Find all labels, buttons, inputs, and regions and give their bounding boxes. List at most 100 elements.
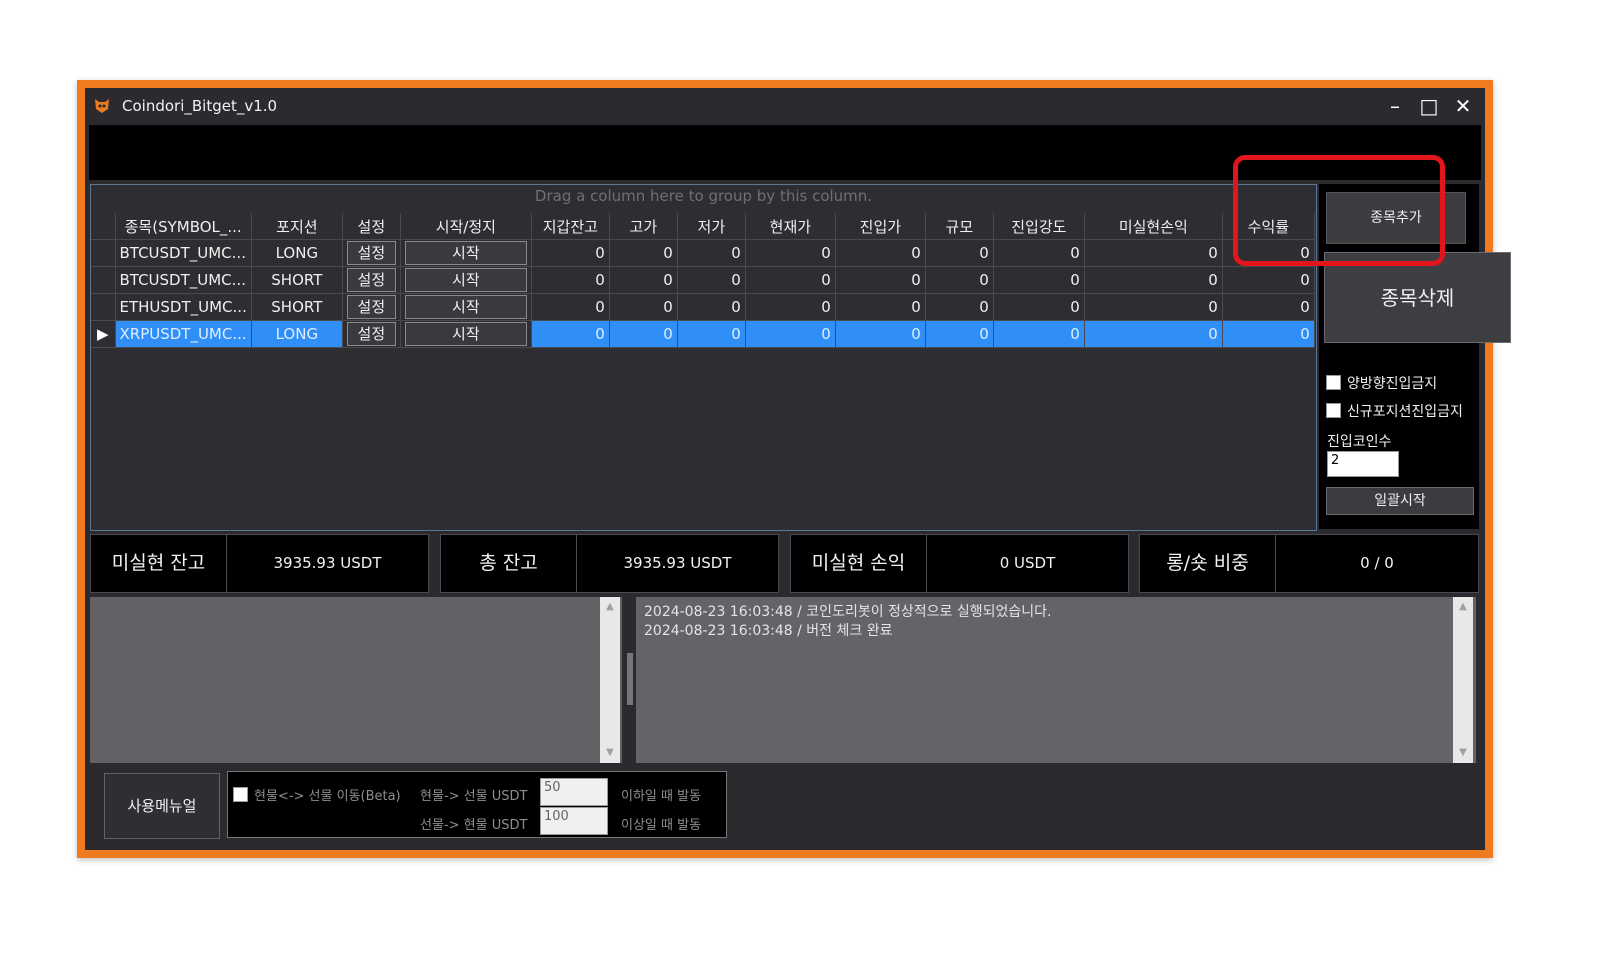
unrealized-pnl-value: 0 USDT [926, 534, 1129, 593]
hedge-block-option[interactable]: 양방향진입금지 [1326, 373, 1437, 393]
left-log-scrollbar[interactable]: ▲ ▼ [600, 597, 620, 763]
long-short-ratio-value: 0 / 0 [1275, 534, 1479, 593]
table-header-row: 종목(SYMBOL_... 포지션 설정 시작/정지 지갑잔고 고가 저가 현재… [91, 213, 1315, 240]
transfer-enable-checkbox[interactable] [233, 787, 248, 802]
column-header-symbol[interactable]: 종목(SYMBOL_... [115, 213, 252, 240]
log-scrollbar[interactable]: ▲ ▼ [1453, 597, 1473, 763]
size-cell: 0 [925, 239, 994, 267]
left-log-panel[interactable]: ▲ ▼ [90, 597, 622, 763]
new-position-block-label: 신규포지션진입금지 [1347, 404, 1463, 420]
table-row[interactable]: ETHUSDT_UMC... SHORT 설정 시작 0 0 0 0 0 0 0 0 0 [91, 293, 1315, 321]
row-indicator [91, 293, 116, 321]
coin-count-input[interactable]: 2 [1327, 451, 1399, 477]
column-header-price[interactable]: 현재가 [745, 213, 836, 240]
total-balance-label: 총 잔고 [440, 534, 577, 593]
futures-to-spot-input[interactable]: 100 [540, 807, 608, 835]
position-cell: LONG [251, 320, 343, 348]
log-line: 2024-08-23 16:03:48 / 코인도리봇이 정상적으로 실행되었습… [644, 604, 1052, 620]
settings-button-cell: 설정 [342, 266, 401, 294]
roi-cell: 0 [1222, 320, 1315, 348]
spot-to-futures-input[interactable]: 50 [540, 778, 608, 806]
position-cell: SHORT [251, 293, 343, 321]
settings-button-cell: 설정 [342, 320, 401, 348]
new-position-block-checkbox[interactable] [1326, 403, 1341, 418]
table-row[interactable]: ▶ XRPUSDT_UMC... LONG 설정 시작 0 0 0 0 0 0 0 0 0 [91, 320, 1315, 348]
symbol-grid[interactable]: Drag a column here to group by this colu… [90, 184, 1317, 531]
symbol-cell: XRPUSDT_UMC... [115, 320, 252, 348]
table-row[interactable]: BTCUSDT_UMC... LONG 설정 시작 0 0 0 0 0 0 0 0 0 [91, 239, 1315, 267]
title-bar[interactable]: Coindori_Bitget_v1.0 – □ ✕ [85, 88, 1485, 125]
settings-button[interactable]: 설정 [346, 241, 396, 265]
price-cell: 0 [745, 320, 836, 348]
wallet-cell: 0 [531, 293, 610, 321]
price-cell: 0 [745, 239, 836, 267]
entry-cell: 0 [835, 320, 926, 348]
table-row[interactable]: BTCUSDT_UMC... SHORT 설정 시작 0 0 0 0 0 0 0 0 0 [91, 266, 1315, 294]
settings-button[interactable]: 설정 [346, 268, 396, 292]
unrealized-balance-value: 3935.93 USDT [226, 534, 429, 593]
position-cell: LONG [251, 239, 343, 267]
start-stop-button[interactable]: 시작 [404, 295, 527, 319]
total-balance-value: 3935.93 USDT [576, 534, 779, 593]
column-header-size[interactable]: 규모 [925, 213, 994, 240]
roi-cell: 0 [1222, 266, 1315, 294]
maximize-button[interactable]: □ [1415, 92, 1443, 120]
column-header-position[interactable]: 포지션 [251, 213, 343, 240]
wallet-cell: 0 [531, 320, 610, 348]
spot-to-futures-label: 현물-> 선물 USDT [420, 789, 528, 804]
column-header-unrealized[interactable]: 미실현손익 [1084, 213, 1223, 240]
column-header-entry[interactable]: 진입가 [835, 213, 926, 240]
start-stop-button[interactable]: 시작 [404, 322, 527, 346]
hedge-block-label: 양방향진입금지 [1347, 376, 1438, 392]
transfer-label: 현물<-> 선물 이동(Beta) [254, 789, 401, 804]
scroll-up-icon[interactable]: ▲ [1453, 599, 1473, 615]
price-cell: 0 [745, 266, 836, 294]
start-stop-button[interactable]: 시작 [404, 268, 527, 292]
high-cell: 0 [609, 320, 678, 348]
symbol-table: 종목(SYMBOL_... 포지션 설정 시작/정지 지갑잔고 고가 저가 현재… [91, 213, 1315, 348]
log-panel[interactable]: 2024-08-23 16:03:48 / 코인도리봇이 정상적으로 실행되었습… [636, 597, 1476, 763]
position-cell: SHORT [251, 266, 343, 294]
scroll-up-icon[interactable]: ▲ [600, 599, 620, 615]
start-stop-button-cell: 시작 [400, 293, 532, 321]
column-header-low[interactable]: 저가 [677, 213, 746, 240]
column-header-wallet[interactable]: 지갑잔고 [531, 213, 610, 240]
coin-count-label: 진입코인수 [1327, 434, 1392, 450]
entry-cell: 0 [835, 293, 926, 321]
size-cell: 0 [925, 266, 994, 294]
size-cell: 0 [925, 293, 994, 321]
start-stop-button-cell: 시작 [400, 320, 532, 348]
symbol-cell: BTCUSDT_UMC... [115, 266, 252, 294]
new-position-block-option[interactable]: 신규포지션진입금지 [1326, 401, 1463, 421]
wallet-cell: 0 [531, 266, 610, 294]
spot-futures-transfer-group: 현물<-> 선물 이동(Beta) 현물-> 선물 USDT 50 이하일 때 … [227, 771, 727, 838]
hedge-block-checkbox[interactable] [1326, 375, 1341, 390]
header-indicator [91, 213, 116, 240]
column-header-startstop[interactable]: 시작/정지 [400, 213, 532, 240]
log-splitter-handle[interactable] [627, 653, 633, 705]
unrealized-cell: 0 [1084, 320, 1223, 348]
roi-cell: 0 [1222, 293, 1315, 321]
unrealized-cell: 0 [1084, 239, 1223, 267]
user-manual-button[interactable]: 사용메뉴얼 [104, 773, 220, 839]
bulk-start-button[interactable]: 일괄시작 [1326, 487, 1474, 515]
close-button[interactable]: ✕ [1449, 92, 1477, 120]
column-header-settings[interactable]: 설정 [342, 213, 401, 240]
start-stop-button[interactable]: 시작 [404, 241, 527, 265]
row-indicator [91, 239, 116, 267]
scroll-down-icon[interactable]: ▼ [600, 745, 620, 761]
unrealized-cell: 0 [1084, 293, 1223, 321]
column-header-strength[interactable]: 진입강도 [993, 213, 1085, 240]
strength-cell: 0 [993, 239, 1085, 267]
settings-button-cell: 설정 [342, 293, 401, 321]
minimize-button[interactable]: – [1381, 92, 1409, 120]
unrealized-cell: 0 [1084, 266, 1223, 294]
settings-button[interactable]: 설정 [346, 295, 396, 319]
settings-button[interactable]: 설정 [346, 322, 396, 346]
column-header-high[interactable]: 고가 [609, 213, 678, 240]
delete-button-highlight [1233, 155, 1445, 266]
futures-to-spot-label: 선물-> 현물 USDT [420, 818, 528, 833]
scroll-down-icon[interactable]: ▼ [1453, 745, 1473, 761]
app-logo-icon [95, 99, 109, 113]
symbol-cell: ETHUSDT_UMC... [115, 293, 252, 321]
